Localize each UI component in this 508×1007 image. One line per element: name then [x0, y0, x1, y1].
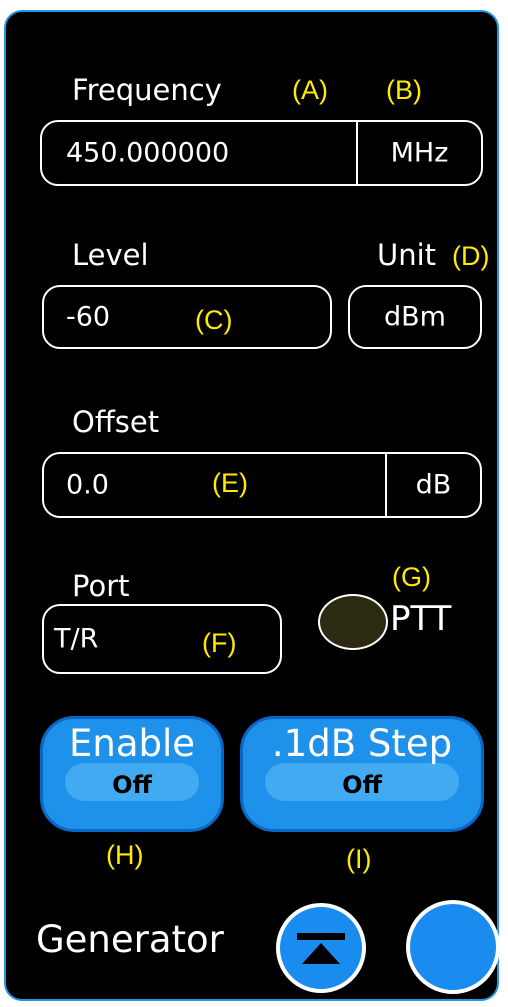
annotation-c: (C) [195, 305, 233, 335]
enable-button-state: Off [112, 771, 152, 799]
enable-button[interactable]: Enable Off [40, 716, 224, 832]
unit-value: dBm [384, 301, 446, 333]
offset-label: Offset [72, 405, 160, 439]
annotation-d: (D) [452, 241, 490, 271]
unit-label: Unit [377, 238, 437, 272]
offset-value: 0.0 [66, 469, 109, 501]
unit-selector[interactable]: dBm [348, 285, 482, 349]
annotation-h: (H) [106, 840, 144, 870]
level-label: Level [72, 238, 149, 272]
frequency-label: Frequency [72, 73, 222, 107]
offset-field[interactable]: 0.0 (E) dB [42, 452, 482, 518]
annotation-b: (B) [386, 75, 422, 105]
frequency-field[interactable]: 450.000000 MHz [40, 120, 483, 186]
menu-button[interactable] [406, 900, 500, 994]
level-value: -60 [66, 301, 111, 333]
frequency-value: 450.000000 [66, 137, 230, 169]
ptt-indicator[interactable] [318, 594, 388, 650]
annotation-f: (F) [202, 628, 237, 658]
ptt-label: PTT [390, 599, 452, 639]
level-field[interactable]: -60 (C) [42, 285, 332, 349]
step-button-state: Off [342, 771, 382, 799]
enable-button-title: Enable [68, 722, 196, 765]
step-button[interactable]: .1dB Step Off [240, 716, 484, 832]
annotation-e: (E) [212, 468, 248, 498]
frequency-unit[interactable]: MHz [358, 138, 481, 169]
port-label: Port [72, 569, 130, 603]
eject-up-icon [297, 933, 345, 964]
offset-unit[interactable]: dB [387, 470, 480, 501]
generator-title: Generator [36, 918, 224, 961]
port-field[interactable]: T/R (F) [42, 604, 282, 674]
annotation-g: (G) [392, 562, 431, 592]
annotation-i: (I) [346, 844, 372, 874]
annotation-a: (A) [292, 75, 328, 105]
port-value: T/R [54, 623, 99, 655]
collapse-button[interactable] [276, 903, 366, 993]
step-button-title: .1dB Step [271, 722, 453, 765]
